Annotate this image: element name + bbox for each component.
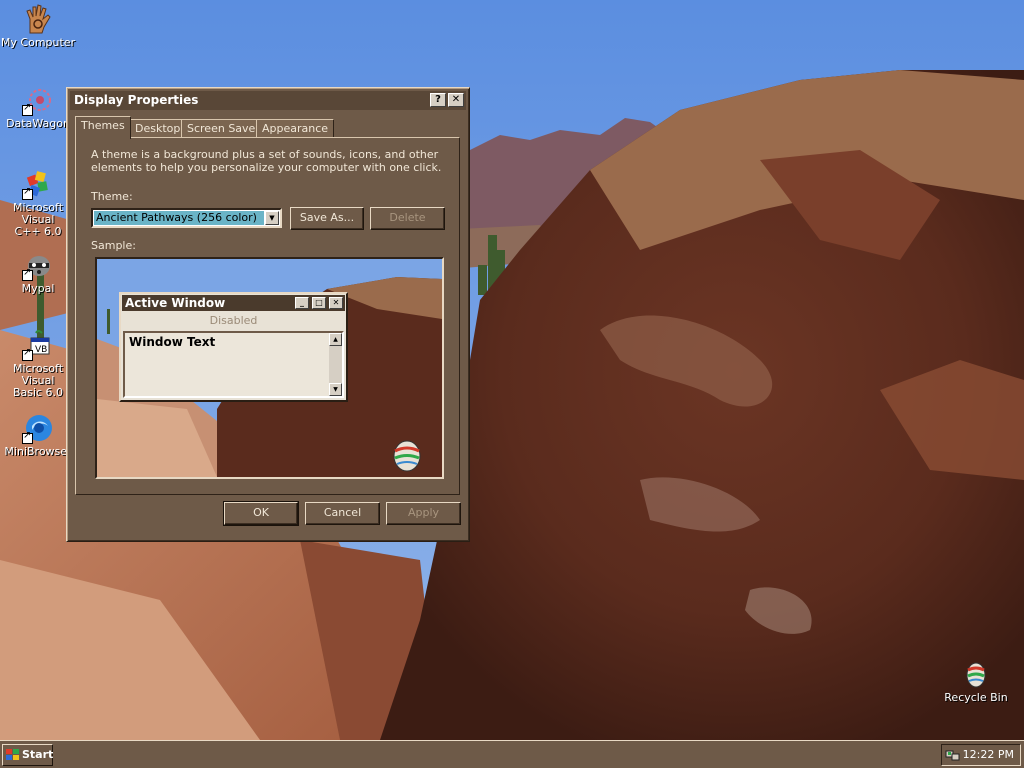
- maximize-icon: □: [312, 297, 326, 309]
- tab-desktop[interactable]: Desktop: [129, 119, 187, 138]
- taskbar: Start 12:22 PM: [0, 740, 1024, 768]
- start-button[interactable]: Start: [2, 744, 53, 766]
- cancel-button[interactable]: Cancel: [305, 502, 380, 525]
- sample-scrollbar: ▲ ▼: [329, 333, 342, 396]
- themes-tab-panel: A theme is a background plus a set of so…: [75, 137, 460, 495]
- sample-disabled-menu: Disabled: [123, 313, 344, 329]
- dialog-title: Display Properties: [74, 93, 199, 107]
- start-label: Start: [22, 748, 54, 761]
- datawagon-icon: [22, 84, 54, 116]
- svg-text:VB: VB: [35, 345, 47, 355]
- scroll-up-icon: ▲: [329, 333, 342, 346]
- desktop-icon-label: Microsoft Visual Basic 6.0: [12, 362, 64, 399]
- clock[interactable]: 12:22 PM: [963, 745, 1014, 765]
- sample-window-title: Active Window: [125, 296, 226, 310]
- themes-description: A theme is a background plus a set of so…: [91, 148, 442, 174]
- network-tray-icon[interactable]: [945, 748, 960, 763]
- desktop-icon-datawagon[interactable]: DataWagon: [0, 84, 76, 130]
- close-button[interactable]: ✕: [448, 93, 464, 107]
- system-tray: 12:22 PM: [941, 744, 1021, 766]
- shortcut-arrow-icon: [22, 186, 33, 200]
- desktop-icon-visual-basic[interactable]: VB Microsoft Visual Basic 6.0: [0, 329, 76, 399]
- tab-appearance[interactable]: Appearance: [256, 119, 335, 138]
- scroll-down-icon: ▼: [329, 383, 342, 396]
- shortcut-arrow-icon: [22, 102, 33, 116]
- theme-dropdown[interactable]: Ancient Pathways (256 color) ▼: [91, 208, 282, 228]
- apply-button[interactable]: Apply: [386, 502, 461, 525]
- help-button[interactable]: ?: [430, 93, 446, 107]
- minimize-icon: _: [295, 297, 309, 309]
- shortcut-arrow-icon: [22, 430, 33, 444]
- dialog-title-bar[interactable]: Display Properties ? ✕: [70, 91, 466, 110]
- theme-selected-value: Ancient Pathways (256 color): [94, 211, 264, 225]
- desktop-icon-recycle-bin[interactable]: Recycle Bin: [938, 658, 1014, 704]
- raccoon-icon: [22, 249, 54, 281]
- desktop-icon-mypal[interactable]: Mypal: [0, 249, 76, 295]
- desktop-icon-my-computer[interactable]: My Computer: [0, 3, 76, 49]
- chevron-down-icon[interactable]: ▼: [265, 211, 279, 225]
- desktop-icon-label: Mypal: [21, 282, 55, 295]
- recycle-bin-icon: [960, 658, 992, 690]
- tab-screen-saver[interactable]: Screen Saver: [181, 119, 266, 138]
- tab-themes[interactable]: Themes: [75, 116, 131, 139]
- sample-window-text-area: Window Text ▲ ▼: [123, 331, 344, 398]
- desktop-icon-visual-cpp[interactable]: Microsoft Visual C++ 6.0: [0, 168, 76, 238]
- hand-spiral-icon: [22, 3, 54, 35]
- sample-window-title-bar: Active Window _ □ ✕: [122, 295, 345, 311]
- visual-cpp-icon: [22, 168, 54, 200]
- theme-sample-preview: Active Window _ □ ✕ Disabled Window Text…: [95, 257, 444, 479]
- close-icon: ✕: [329, 297, 343, 309]
- save-as-button[interactable]: Save As...: [290, 207, 364, 230]
- desktop-icon-label: Recycle Bin: [944, 691, 1008, 704]
- minibrowser-icon: [22, 412, 54, 444]
- theme-label: Theme:: [91, 190, 133, 203]
- desktop-icon-label: MiniBrowser: [4, 445, 72, 458]
- ok-button[interactable]: OK: [223, 501, 299, 526]
- visual-basic-icon: VB: [22, 329, 54, 361]
- shortcut-arrow-icon: [22, 347, 33, 361]
- sample-label: Sample:: [91, 239, 136, 252]
- desktop-icon-label: My Computer: [0, 36, 76, 49]
- sample-active-window: Active Window _ □ ✕ Disabled Window Text…: [119, 292, 348, 402]
- desktop-icon-label: DataWagon: [6, 117, 70, 130]
- delete-button[interactable]: Delete: [370, 207, 445, 230]
- display-properties-dialog: Display Properties ? ✕ Themes Desktop Sc…: [66, 87, 470, 542]
- sample-window-text: Window Text: [129, 335, 216, 349]
- desktop-icon-label: Microsoft Visual C++ 6.0: [12, 201, 64, 238]
- desktop-icon-minibrowser[interactable]: MiniBrowser: [0, 412, 76, 458]
- windows-logo-icon: [6, 749, 19, 760]
- shortcut-arrow-icon: [22, 267, 33, 281]
